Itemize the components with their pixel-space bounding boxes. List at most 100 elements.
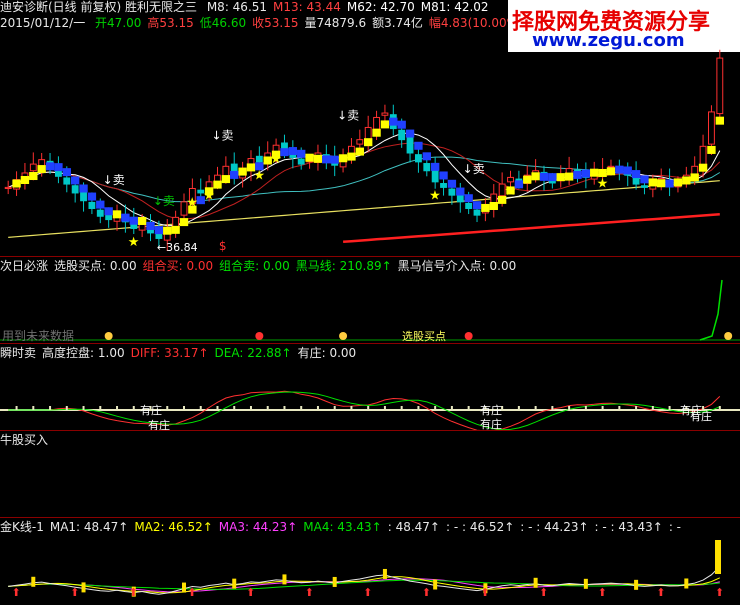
trend-band xyxy=(355,147,364,156)
trend-band xyxy=(481,203,490,212)
trend-band xyxy=(673,178,683,187)
chart-title: 迪安诊断(日线 前复权) 胜利无限之三 xyxy=(0,0,197,14)
panel4-value-8: : - : 43.43↑ xyxy=(594,520,663,534)
panel4-value-3: MA3: 44.23↑ xyxy=(218,520,298,534)
trend-band xyxy=(606,167,616,176)
candle-body xyxy=(281,142,288,150)
candle-body xyxy=(88,201,96,209)
zhuang-bar xyxy=(534,406,537,410)
gold-k-bar xyxy=(31,576,36,587)
bag-marker xyxy=(464,332,473,340)
buy-arrow: ⬆ xyxy=(480,586,489,599)
price-chart[interactable]: ↓卖 ↓卖 ↓卖 ↓卖 ↓卖 ↓卖 ★ ★ ★ ★ ★ ★ ★ ★ ←36.84 $ xyxy=(0,32,740,254)
sell-signal-green: ↓卖 xyxy=(153,194,175,208)
panel2-value-0: 瞬时卖 xyxy=(0,346,37,360)
dollar-marker: $ xyxy=(219,239,227,253)
trend-band xyxy=(648,178,658,187)
candle-body xyxy=(423,163,431,172)
trend-band xyxy=(288,147,298,156)
candle-body xyxy=(398,129,406,141)
buy-arrow: ⬆ xyxy=(12,586,21,599)
trend-band xyxy=(146,221,155,230)
panel1-value-2: 组合买: 0.00 xyxy=(142,259,214,273)
trend-band xyxy=(62,168,71,177)
quote-value-4: 量74879.6 xyxy=(304,16,367,30)
panel-divider xyxy=(0,256,740,257)
bag-marker xyxy=(255,332,264,340)
trend-band xyxy=(573,170,582,179)
ma-value-0: M8: 46.51 xyxy=(206,0,268,14)
trend-band xyxy=(79,184,88,193)
trend-band xyxy=(230,170,239,179)
panel4-value-7: : - : 44.23↑ xyxy=(520,520,589,534)
candle-body xyxy=(716,57,724,115)
ma-values: M8: 46.51 M13: 43.44 M62: 42.70 M81: 42.02 xyxy=(207,0,495,14)
zhuang-bar xyxy=(116,406,119,410)
trend-band xyxy=(104,207,113,216)
zhuang-bar xyxy=(166,406,169,410)
panel1-value-4: 黑马线: 210.89↑ xyxy=(295,259,392,273)
zhuang-label: 有庄 xyxy=(140,403,162,417)
gold-k-bar xyxy=(81,582,86,593)
trend-band xyxy=(137,216,147,225)
gold-k-bar xyxy=(332,576,337,587)
trend-band xyxy=(439,171,448,180)
trend-band xyxy=(87,192,97,201)
gold-k-bar xyxy=(182,582,186,593)
panel4-chart[interactable]: ⬆ ⬆ ⬆ ⬆ ⬆ ⬆ ⬆ ⬆ ⬆ ⬆ ⬆ ⬆ ⬆ xyxy=(0,536,740,605)
trend-band xyxy=(715,116,724,125)
trend-band xyxy=(548,173,557,182)
trend-band xyxy=(397,120,406,129)
panel4-value-9: : - xyxy=(668,520,682,534)
trend-band xyxy=(129,216,138,225)
star-signal: ★ xyxy=(203,189,215,204)
buy-arrow: ⬆ xyxy=(70,586,79,599)
chart-window: 迪安诊断(日线 前复权) 胜利无限之三 M8: 46.51 M13: 43.44 M… xyxy=(0,0,740,605)
buy-arrow: ⬆ xyxy=(656,586,665,599)
buy-arrow: ⬆ xyxy=(598,586,607,599)
zhuang-bar xyxy=(517,406,520,410)
zhuang-bar xyxy=(367,406,370,410)
bag-marker xyxy=(104,332,113,340)
gold-k-last xyxy=(715,540,721,574)
zhuang-label: 有庄 xyxy=(480,403,502,417)
zhuang-bar xyxy=(283,406,286,410)
panel1-value-1: 选股买点: 0.00 xyxy=(54,259,137,273)
sell-signal: ↓卖 xyxy=(337,109,359,123)
trend-band xyxy=(171,225,180,234)
panel-divider xyxy=(0,430,740,431)
zhuang-bar xyxy=(450,406,453,410)
trend-band xyxy=(45,162,55,171)
buy-arrow: ⬆ xyxy=(715,586,724,599)
bar-date: 2015/01/12/一 xyxy=(0,16,86,30)
buy-point-label: 选股买点 xyxy=(402,330,446,342)
zhuang-bar xyxy=(300,406,303,410)
star-signal: ★ xyxy=(429,189,441,204)
gold-k-bar xyxy=(232,578,237,589)
trend-band xyxy=(472,201,482,210)
trend-band xyxy=(213,180,222,189)
zhuang-bar xyxy=(99,406,102,410)
buy-arrow: ⬆ xyxy=(305,586,314,599)
buy-arrow: ⬆ xyxy=(187,586,196,599)
trend-band xyxy=(37,165,46,174)
trend-band xyxy=(489,201,498,210)
panel1-legend: 次日必涨 选股买点: 0.00 组合买: 0.00 组合卖: 0.00 黑马线: 210… xyxy=(0,259,522,274)
candle-body xyxy=(548,180,556,184)
zhuang-bar xyxy=(15,406,18,410)
trend-band xyxy=(338,154,348,163)
trend-band xyxy=(112,210,122,219)
trend-band xyxy=(305,153,314,162)
trend-band xyxy=(690,173,699,182)
trend-band xyxy=(297,149,306,158)
header-line-2: 2015/01/12/一 开47.00 高53.15 低46.60 收53.15 量74… xyxy=(0,16,592,31)
candle-body xyxy=(38,159,46,167)
panel-divider xyxy=(0,343,740,344)
zhuang-bar xyxy=(65,406,68,410)
panel2-chart[interactable]: 有庄有庄有庄有庄有庄有庄 xyxy=(0,362,740,430)
sell-signal: ↓卖 xyxy=(103,173,125,187)
bag-marker xyxy=(724,332,733,340)
zhuang-label: 有庄 xyxy=(690,409,712,423)
panel1-chart[interactable]: 用到未来数据 选股买点 xyxy=(0,274,740,342)
panel1-value-3: 组合卖: 0.00 xyxy=(219,259,290,273)
